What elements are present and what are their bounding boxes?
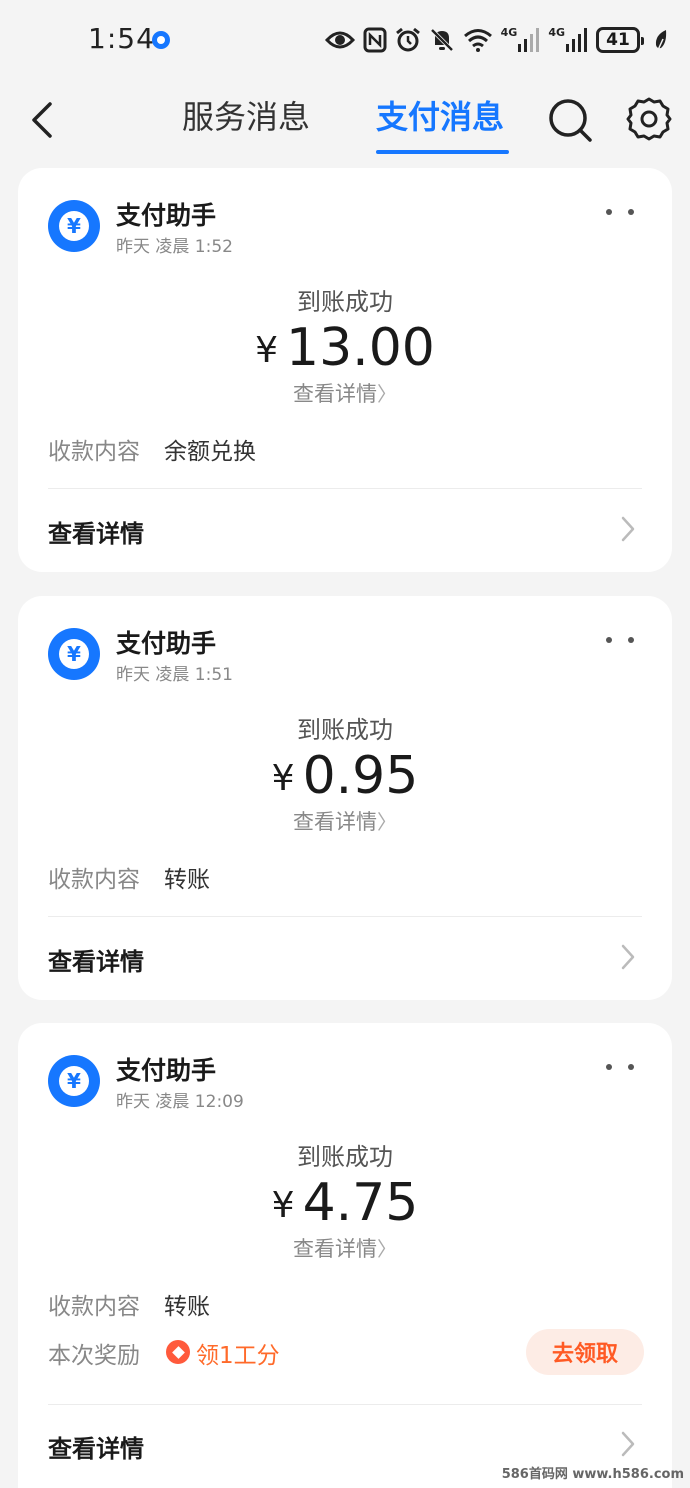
signal-icon <box>566 28 587 52</box>
status-bar: 1:54 4G 4G 41 <box>0 0 690 80</box>
message-time: 昨天 凌晨 1:52 <box>116 237 233 257</box>
content-label: 收款内容 <box>48 1294 140 1320</box>
payment-status: 到账成功 <box>297 1143 393 1171</box>
footer-view-details[interactable]: 查看详情 <box>48 942 144 977</box>
payment-amount: ¥4.75 <box>18 1171 672 1241</box>
alarm-icon <box>395 25 421 55</box>
chevron-right-icon: 〉 <box>377 1237 397 1261</box>
payment-status: 到账成功 <box>297 716 393 744</box>
currency-symbol: ¥ <box>271 1185 295 1226</box>
network-type-label: 4G <box>500 25 518 39</box>
active-tab-indicator <box>376 150 509 154</box>
dot-icon <box>628 1064 634 1070</box>
currency-symbol: ¥ <box>255 330 279 371</box>
view-details-label: 查看详情 <box>293 1237 377 1261</box>
sender-name: 支付助手 <box>116 629 217 658</box>
battery-icon: 41 <box>596 27 644 53</box>
footer-view-details[interactable]: 查看详情 <box>48 514 144 549</box>
dot-icon <box>628 209 634 215</box>
battery-level: 41 <box>606 30 630 50</box>
top-nav: 服务消息 支付消息 <box>0 80 690 160</box>
signal-2: 4G <box>548 25 588 55</box>
dot-icon <box>628 637 634 643</box>
view-details-link[interactable]: 查看详情〉 <box>18 378 672 408</box>
footer-view-details[interactable]: 查看详情 <box>48 1429 144 1464</box>
payment-assistant-avatar: ¥ <box>48 1055 100 1107</box>
chevron-left-icon <box>32 102 52 138</box>
divider <box>48 916 642 917</box>
chevron-right-icon: 〉 <box>377 382 397 406</box>
payment-status: 到账成功 <box>297 288 393 316</box>
content-label: 收款内容 <box>48 867 140 893</box>
payment-amount: ¥13.00 <box>18 316 672 386</box>
payment-message-card[interactable]: ¥ 支付助手 昨天 凌晨 1:51 到账成功 ¥0.95 查看详情〉 收款内容 … <box>18 596 672 1000</box>
amount-value: 4.75 <box>302 1173 419 1233</box>
signal-1: 4G <box>501 25 541 55</box>
payment-message-card[interactable]: ¥ 支付助手 昨天 凌晨 1:52 到账成功 ¥13.00 查看详情〉 收款内容… <box>18 168 672 572</box>
chevron-right-icon[interactable] <box>618 942 638 972</box>
yen-icon: ¥ <box>59 211 89 241</box>
view-details-label: 查看详情 <box>293 382 377 406</box>
dot-icon <box>606 1064 612 1070</box>
content-value: 转账 <box>164 1294 210 1320</box>
search-button[interactable] <box>546 96 594 144</box>
yen-icon: ¥ <box>59 1066 89 1096</box>
app-notification-icon <box>152 31 170 49</box>
leaf-icon <box>654 25 668 55</box>
wifi-icon <box>463 25 493 55</box>
search-icon <box>549 99 592 142</box>
divider <box>48 488 642 489</box>
view-details-link[interactable]: 查看详情〉 <box>18 1233 672 1263</box>
claim-reward-button[interactable]: 去领取 <box>526 1329 644 1375</box>
payment-message-card[interactable]: ¥ 支付助手 昨天 凌晨 12:09 到账成功 ¥4.75 查看详情〉 收款内容… <box>18 1023 672 1488</box>
tab-payment-messages[interactable]: 支付消息 <box>376 92 504 138</box>
reward-value: 领1工分 <box>196 1343 280 1369</box>
content-label: 收款内容 <box>48 439 140 465</box>
sender-name: 支付助手 <box>116 1056 217 1085</box>
nfc-icon <box>363 25 387 55</box>
view-details-link[interactable]: 查看详情〉 <box>18 806 672 836</box>
status-time: 1:54 <box>88 22 155 55</box>
payment-assistant-avatar: ¥ <box>48 628 100 680</box>
chevron-right-icon[interactable] <box>618 1429 638 1459</box>
gear-icon <box>626 97 672 141</box>
tab-service-messages[interactable]: 服务消息 <box>182 92 310 138</box>
sender-name: 支付助手 <box>116 201 217 230</box>
chevron-right-icon[interactable] <box>618 514 638 544</box>
currency-symbol: ¥ <box>271 758 295 799</box>
settings-button[interactable] <box>626 96 672 144</box>
content-value: 余额兑换 <box>164 439 256 465</box>
eye-icon <box>324 25 355 55</box>
mute-icon <box>429 25 455 55</box>
payment-assistant-avatar: ¥ <box>48 200 100 252</box>
signal-icon <box>518 28 540 52</box>
yen-icon: ¥ <box>59 639 89 669</box>
more-button[interactable] <box>606 204 634 220</box>
dot-icon <box>606 209 612 215</box>
watermark: 586首码网 www.h586.com <box>501 1467 684 1482</box>
view-details-label: 查看详情 <box>293 810 377 834</box>
amount-value: 13.00 <box>286 318 435 378</box>
back-button[interactable] <box>22 96 62 144</box>
reward-badge-icon <box>166 1340 190 1364</box>
payment-amount: ¥0.95 <box>18 744 672 814</box>
status-icons: 4G 4G 41 <box>324 24 668 56</box>
reward-label: 本次奖励 <box>48 1343 140 1369</box>
more-button[interactable] <box>606 1059 634 1075</box>
more-button[interactable] <box>606 632 634 648</box>
content-value: 转账 <box>164 867 210 893</box>
message-time: 昨天 凌晨 12:09 <box>116 1092 244 1112</box>
message-time: 昨天 凌晨 1:51 <box>116 665 233 685</box>
chevron-right-icon: 〉 <box>377 810 397 834</box>
amount-value: 0.95 <box>302 746 419 806</box>
divider <box>48 1404 642 1405</box>
network-type-label: 4G <box>548 25 565 39</box>
dot-icon <box>606 637 612 643</box>
